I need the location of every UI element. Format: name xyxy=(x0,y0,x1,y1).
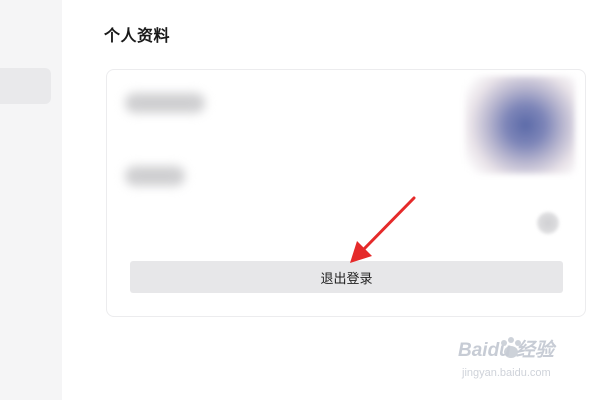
watermark-url: jingyan.baidu.com xyxy=(462,367,551,379)
sidebar xyxy=(0,0,62,400)
edit-avatar-icon[interactable] xyxy=(537,212,559,234)
watermark-brand: Baidu 经验 xyxy=(458,340,555,361)
profile-card: 退出登录 xyxy=(106,69,586,317)
page-title: 个人资料 xyxy=(104,28,171,45)
logout-button[interactable]: 退出登录 xyxy=(130,261,563,293)
blurred-user-id xyxy=(125,166,185,186)
sidebar-item-active[interactable] xyxy=(0,68,51,104)
avatar[interactable] xyxy=(465,76,575,174)
blurred-username xyxy=(125,93,205,113)
watermark: Baidu 经验 jingyan.baidu.com xyxy=(458,335,578,387)
